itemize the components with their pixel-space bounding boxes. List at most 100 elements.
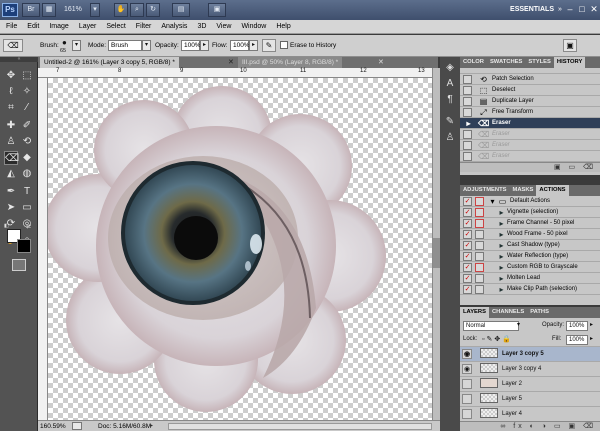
menu-view[interactable]: View	[216, 23, 231, 30]
background-color-swatch[interactable]	[17, 239, 31, 253]
history-item-selected[interactable]: ▸ ⌫ Eraser	[460, 118, 600, 129]
flow-input[interactable]: 100%	[230, 40, 250, 51]
action-set-row[interactable]: ✓ ▾ ▭ Default Actions	[460, 196, 600, 207]
status-info-icon[interactable]	[72, 422, 82, 430]
layer-comps-icon[interactable]: ◈	[443, 61, 457, 75]
visibility-eye-icon[interactable]: ◉	[462, 349, 472, 359]
maximize-button[interactable]: □	[576, 2, 588, 16]
type-tool-icon[interactable]: T	[20, 185, 34, 199]
bridge-icon[interactable]: Br	[22, 3, 40, 17]
tab-swatches[interactable]: SWATCHES	[487, 57, 525, 68]
action-row[interactable]: ✓ ▸ Make Clip Path (selection)	[460, 284, 600, 295]
brushes-icon[interactable]: ✎	[443, 115, 457, 129]
action-row[interactable]: ✓ ▸ Custom RGB to Grayscale	[460, 262, 600, 273]
vertical-scrollbar[interactable]	[432, 68, 440, 420]
clone-source-icon[interactable]: ♙	[443, 131, 457, 145]
tab-layers[interactable]: LAYERS	[460, 307, 489, 318]
flow-dropdown-icon[interactable]: ▸	[249, 40, 258, 51]
dodge-tool-icon[interactable]: ◍	[20, 167, 34, 181]
visibility-off-icon[interactable]	[462, 409, 472, 419]
opacity-input[interactable]: 100%	[181, 40, 201, 51]
arrange-documents-icon[interactable]: ▤	[172, 3, 190, 17]
tab-paths[interactable]: PATHS	[527, 307, 552, 318]
tab-color[interactable]: COLOR	[460, 57, 487, 68]
scroll-thumb[interactable]	[433, 238, 440, 268]
close-button[interactable]: ✕	[588, 2, 600, 16]
tool-presets-icon[interactable]: A	[443, 77, 457, 91]
visibility-eye-icon[interactable]: ◉	[462, 364, 472, 374]
action-row[interactable]: ✓ ▸ Vignette (selection)	[460, 207, 600, 218]
history-brush-tool-icon[interactable]: ⟲	[20, 135, 34, 149]
horizontal-scrollbar[interactable]	[168, 423, 432, 430]
quick-mask-icon[interactable]	[12, 259, 26, 271]
status-zoom[interactable]: 160.59%	[40, 422, 66, 431]
tab-channels[interactable]: CHANNELS	[489, 307, 527, 318]
history-item[interactable]: ⌫ Eraser	[460, 129, 600, 140]
pen-tool-icon[interactable]: ✒	[4, 185, 18, 199]
eraser-preset-icon[interactable]: ⌫	[3, 39, 23, 52]
history-item[interactable]: ⤢ Free Transform	[460, 107, 600, 118]
layer-opacity-input[interactable]: 100%	[566, 321, 588, 331]
action-row[interactable]: ✓ ▸ Frame Channel - 50 pixel	[460, 218, 600, 229]
menu-window[interactable]: Window	[241, 23, 266, 30]
tab-actions[interactable]: ACTIONS	[536, 185, 569, 196]
status-menu-icon[interactable]: ▸	[150, 422, 153, 429]
default-colors-icon[interactable]: ◧	[4, 223, 9, 229]
layer-row[interactable]: ◉ Layer 3 copy 4	[460, 362, 600, 377]
paint-bucket-tool-icon[interactable]: ◆	[20, 151, 34, 165]
mode-dropdown-icon[interactable]: ▾	[142, 40, 151, 51]
hand-tool-icon[interactable]: ✋	[114, 3, 128, 17]
path-select-tool-icon[interactable]: ➤	[4, 201, 18, 215]
menu-select[interactable]: Select	[106, 23, 125, 30]
brush-tip-icon[interactable]: ●	[62, 38, 67, 47]
opacity-dropdown-icon[interactable]: ▸	[200, 40, 209, 51]
visibility-off-icon[interactable]	[462, 379, 472, 389]
action-row[interactable]: ✓ ▸ Molten Lead	[460, 273, 600, 284]
rectangle-tool-icon[interactable]: ▭	[20, 201, 34, 215]
brush-picker-dropdown[interactable]: ▾	[72, 40, 81, 51]
history-item[interactable]: ⟲ Patch Selection	[460, 74, 600, 85]
history-item[interactable]: ⌫ Eraser	[460, 140, 600, 151]
menu-help[interactable]: Help	[276, 23, 290, 30]
tools-collapse-icon[interactable]: «	[0, 57, 38, 62]
history-item[interactable]: ▤ Duplicate Layer	[460, 96, 600, 107]
eyedropper-tool-icon[interactable]: ⁄	[20, 101, 34, 115]
fill-dropdown-icon[interactable]: ▸	[590, 335, 593, 342]
menu-filter[interactable]: Filter	[136, 23, 152, 30]
tab-history[interactable]: HISTORY	[553, 57, 586, 68]
mode-select[interactable]: Brush	[108, 40, 142, 51]
layer-row[interactable]: Layer 2	[460, 377, 600, 392]
tablet-pressure-icon[interactable]: ▣	[563, 39, 577, 52]
layers-footer-icons[interactable]: ∞ fx ◐ ◑ ▭ ▣ ⌫	[460, 421, 600, 431]
blur-tool-icon[interactable]: ◭	[4, 167, 18, 181]
menu-image[interactable]: Image	[49, 23, 68, 30]
swap-colors-icon[interactable]: ⇄	[26, 223, 31, 230]
workspace-switcher[interactable]: ESSENTIALS	[498, 3, 554, 17]
screen-mode-icon[interactable]: ▣	[208, 3, 226, 17]
airbrush-icon[interactable]: ✎	[262, 39, 276, 52]
menu-layer[interactable]: Layer	[79, 23, 97, 30]
document-canvas[interactable]	[48, 78, 432, 420]
lasso-tool-icon[interactable]: ℓ	[4, 85, 18, 99]
action-row[interactable]: ✓ ▸ Water Reflection (type)	[460, 251, 600, 262]
fill-input[interactable]: 100%	[566, 335, 588, 345]
blend-mode-dropdown-icon[interactable]: ▾	[517, 321, 520, 328]
menu-3d[interactable]: 3D	[197, 23, 206, 30]
zoom-dropdown-icon[interactable]: ▾	[90, 3, 100, 17]
paragraph-icon[interactable]: ¶	[443, 93, 457, 107]
tab-masks[interactable]: MASKS	[509, 185, 536, 196]
quick-select-tool-icon[interactable]: ✧	[20, 85, 34, 99]
marquee-tool-icon[interactable]: ⬚	[20, 69, 34, 83]
history-item[interactable]: ⬚ Deselect	[460, 85, 600, 96]
eraser-tool-icon[interactable]: ⌫	[4, 151, 19, 165]
layer-row[interactable]: Layer 4	[460, 407, 600, 422]
layer-opacity-dropdown-icon[interactable]: ▸	[590, 321, 593, 328]
tab-styles[interactable]: STYLES	[525, 57, 554, 68]
tab-untitled-2[interactable]: Untitled-2 @ 161% (Layer 3 copy 5, RGB/8…	[40, 57, 179, 68]
menu-edit[interactable]: Edit	[27, 23, 39, 30]
action-row[interactable]: ✓ ▸ Wood Frame - 50 pixel	[460, 229, 600, 240]
erase-to-history-checkbox[interactable]	[280, 41, 288, 49]
minimize-button[interactable]: –	[564, 2, 576, 16]
view-extras-icon[interactable]: ▦	[42, 3, 56, 17]
crop-tool-icon[interactable]: ⌗	[4, 101, 18, 115]
